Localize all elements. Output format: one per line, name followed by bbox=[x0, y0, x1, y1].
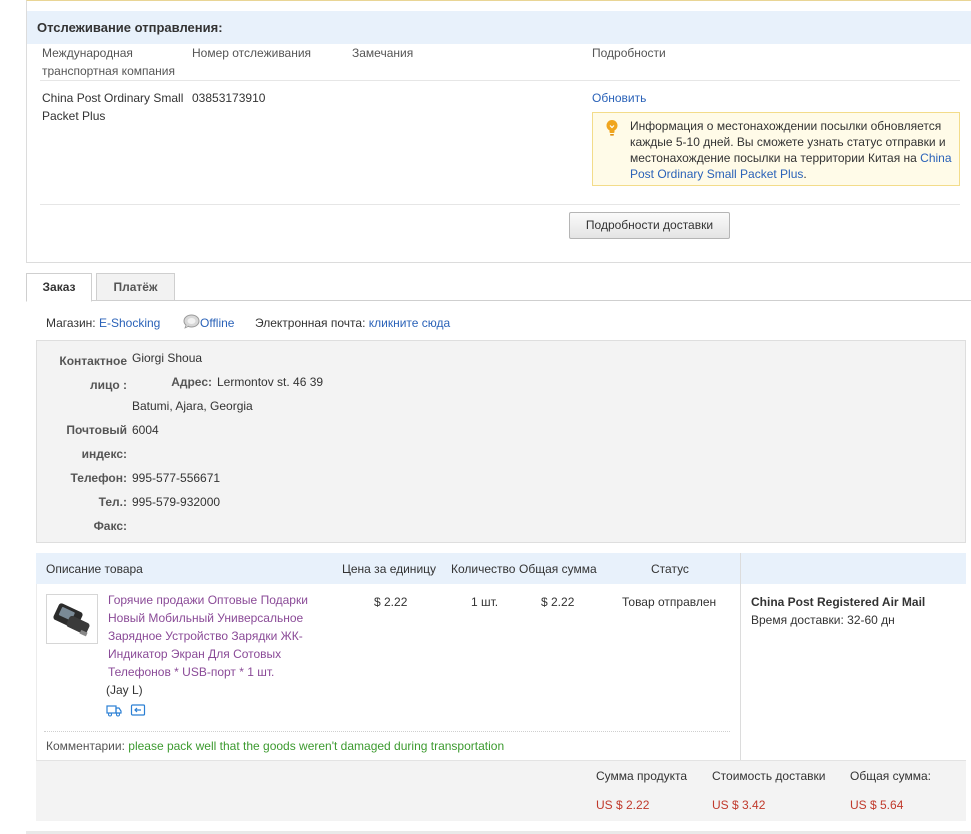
store-info: Магазин: E-Shocking bbox=[46, 315, 160, 331]
contact-person: Giorgi Shoua bbox=[132, 351, 203, 365]
order-totals bbox=[36, 760, 966, 821]
col-unit-price-header: Цена за единицу bbox=[342, 562, 437, 576]
col-total-header: Общая сумма bbox=[519, 562, 597, 576]
shipping-truck-icon[interactable] bbox=[106, 703, 122, 717]
column-divider bbox=[740, 553, 741, 760]
email-info: Электронная почта: кликните сюда bbox=[255, 315, 450, 331]
contact-info-panel bbox=[36, 340, 966, 543]
product-variant: (Jay L) bbox=[106, 683, 143, 697]
shipping-cost-value: US $ 3.42 bbox=[712, 798, 766, 812]
order-comment: Комментарии: please pack well that the g… bbox=[46, 738, 504, 754]
product-sum-label: Сумма продукта bbox=[596, 769, 688, 783]
zip-value: 6004 bbox=[132, 423, 159, 437]
email-label: Электронная почта: bbox=[255, 316, 366, 330]
lightbulb-icon bbox=[606, 120, 618, 136]
col-quantity-header: Количество bbox=[451, 562, 516, 576]
col-status-header: Статус bbox=[651, 562, 689, 576]
col-company-header: Международная транспортная компания bbox=[42, 46, 175, 78]
col-description-header: Описание товара bbox=[46, 562, 143, 576]
delivery-time: Время доставки: 32-60 дн bbox=[751, 613, 895, 627]
product-sum-value: US $ 2.22 bbox=[596, 798, 650, 812]
col-number-header: Номер отслеживания bbox=[192, 46, 312, 60]
divider bbox=[40, 80, 960, 81]
col-details-header: Подробности bbox=[592, 46, 666, 60]
store-link[interactable]: E-Shocking bbox=[99, 316, 160, 330]
address-label: Адрес: bbox=[171, 375, 212, 389]
quantity: 1 шт. bbox=[471, 595, 499, 609]
address-line-2: Batumi, Ajara, Georgia bbox=[132, 399, 253, 413]
notice-text: Информация о местонахождении посылки обн… bbox=[630, 119, 952, 181]
offline-chat-link[interactable]: Offline bbox=[200, 315, 234, 331]
item-status: Товар отправлен bbox=[622, 595, 717, 609]
return-box-icon[interactable] bbox=[130, 703, 146, 717]
refresh-link[interactable]: Обновить bbox=[592, 89, 646, 107]
delivery-details-button[interactable]: Подробности доставки bbox=[569, 212, 730, 239]
address-line-1: Lermontov st. 46 39 bbox=[217, 375, 324, 389]
store-label: Магазин: bbox=[46, 316, 96, 330]
product-thumbnail[interactable] bbox=[46, 594, 98, 644]
product-title-link[interactable]: Горячие продажи Оптовые Подарки Новый Мо… bbox=[108, 591, 333, 681]
comment-text: please pack well that the goods weren't … bbox=[128, 739, 505, 753]
tel-value: 995-579-932000 bbox=[132, 495, 221, 509]
email-link[interactable]: кликните сюда bbox=[369, 316, 450, 330]
phone-value: 995-577-556671 bbox=[132, 471, 221, 485]
zip-label: Почтовый индекс: bbox=[66, 423, 127, 461]
tab-payment[interactable]: Платёж bbox=[96, 273, 175, 301]
comment-label: Комментарии: bbox=[46, 739, 125, 753]
tel-label: Тел.: bbox=[98, 495, 127, 509]
divider bbox=[40, 204, 960, 205]
phone-label: Телефон: bbox=[70, 471, 127, 485]
shipping-method: China Post Registered Air Mail bbox=[751, 595, 926, 609]
unit-price: $ 2.22 bbox=[374, 595, 408, 609]
shipping-cost-label: Стоимость доставки bbox=[712, 769, 826, 783]
fax-label: Факс: bbox=[93, 519, 127, 533]
tracking-number: 03853173910 bbox=[192, 91, 266, 105]
grand-total-value: US $ 5.64 bbox=[850, 798, 904, 812]
tracking-notice: Информация о местонахождении посылки обн… bbox=[592, 112, 960, 186]
divider bbox=[44, 731, 730, 732]
line-total: $ 2.22 bbox=[541, 595, 575, 609]
contact-person-label: Контактное лицо : bbox=[59, 354, 127, 392]
tab-order[interactable]: Заказ bbox=[26, 273, 92, 302]
grand-total-label: Общая сумма: bbox=[850, 769, 931, 783]
carrier-name: China Post Ordinary Small Packet Plus bbox=[42, 91, 184, 123]
col-remarks-header: Замечания bbox=[352, 46, 414, 60]
charger-image-icon bbox=[53, 603, 90, 637]
chat-offline-icon bbox=[183, 314, 200, 329]
tracking-title: Отслеживание отправления: bbox=[37, 20, 223, 35]
